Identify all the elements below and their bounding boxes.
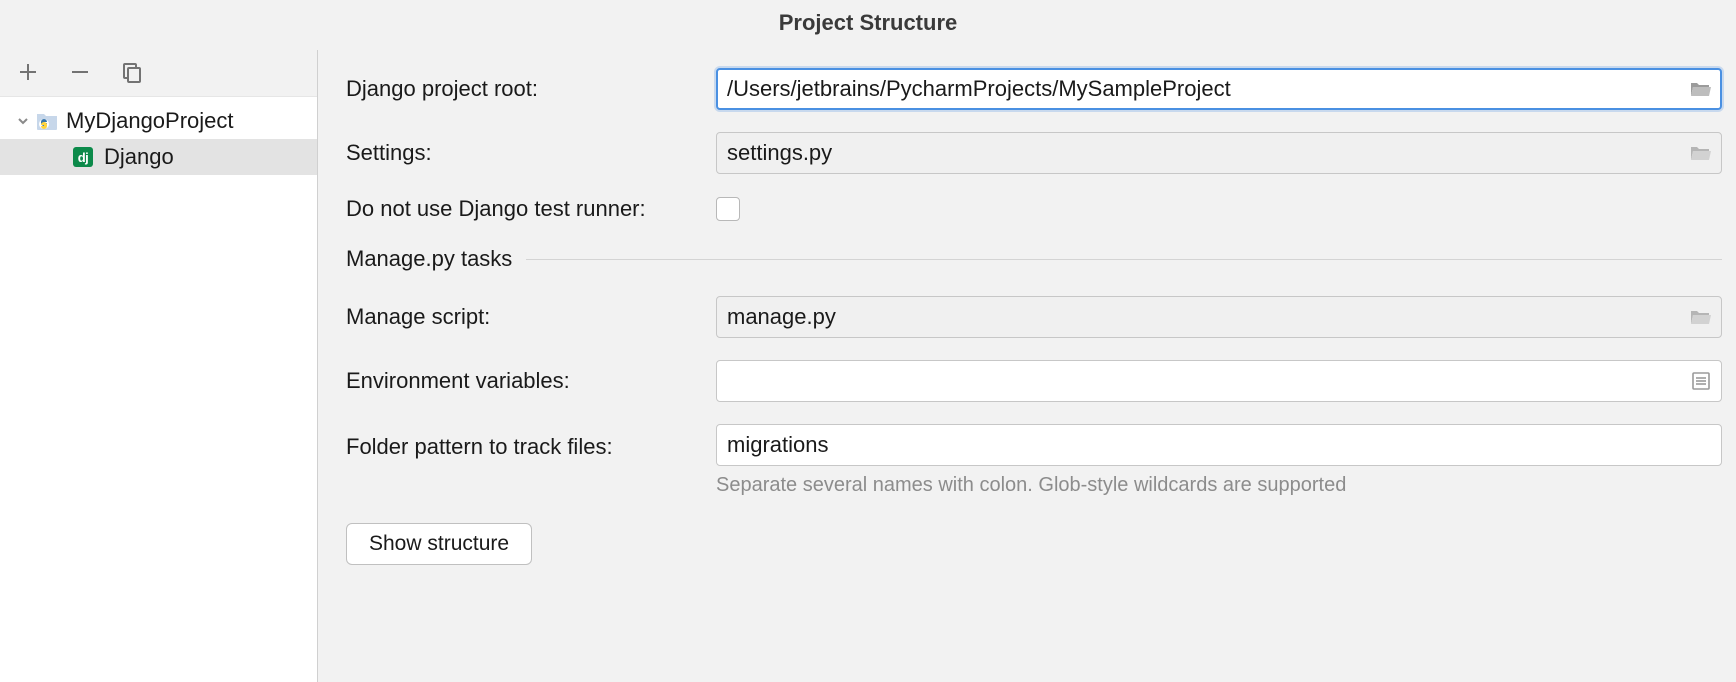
add-button[interactable] bbox=[14, 58, 42, 86]
env-vars-input[interactable] bbox=[716, 360, 1722, 402]
label-manage-script: Manage script: bbox=[346, 304, 716, 330]
manage-script-input[interactable] bbox=[716, 296, 1722, 338]
no-test-runner-checkbox[interactable] bbox=[716, 197, 740, 221]
page-title: Project Structure bbox=[0, 0, 1736, 50]
sidebar-toolbar bbox=[0, 50, 317, 96]
list-icon bbox=[1692, 372, 1710, 390]
browse-root-button[interactable] bbox=[1690, 78, 1712, 100]
browse-settings-button[interactable] bbox=[1690, 142, 1712, 164]
python-folder-icon bbox=[36, 110, 58, 132]
copy-icon bbox=[121, 61, 143, 83]
folder-pattern-hint: Separate several names with colon. Glob-… bbox=[716, 474, 1726, 497]
tree-child-label: Django bbox=[104, 144, 174, 170]
folder-open-icon bbox=[1690, 308, 1712, 326]
remove-button[interactable] bbox=[66, 58, 94, 86]
sidebar: MyDjangoProject dj Django bbox=[0, 50, 318, 682]
browse-manage-button[interactable] bbox=[1690, 306, 1712, 328]
copy-button[interactable] bbox=[118, 58, 146, 86]
managepy-section-header: Manage.py tasks bbox=[346, 246, 1722, 272]
folder-open-icon bbox=[1690, 144, 1712, 162]
minus-icon bbox=[70, 62, 90, 82]
show-structure-button[interactable]: Show structure bbox=[346, 523, 532, 565]
label-env-vars: Environment variables: bbox=[346, 368, 716, 394]
tree-root-label: MyDjangoProject bbox=[66, 108, 234, 134]
plus-icon bbox=[18, 62, 38, 82]
folder-open-icon bbox=[1690, 80, 1712, 98]
label-project-root: Django project root: bbox=[346, 76, 716, 102]
django-icon: dj bbox=[72, 146, 94, 168]
main-panel: Django project root: Settings: Do not us… bbox=[318, 50, 1736, 682]
tree-child-django[interactable]: dj Django bbox=[0, 139, 317, 175]
settings-input[interactable] bbox=[716, 132, 1722, 174]
label-settings: Settings: bbox=[346, 140, 716, 166]
label-no-test-runner: Do not use Django test runner: bbox=[346, 196, 716, 222]
env-vars-expand-button[interactable] bbox=[1690, 370, 1712, 392]
chevron-down-icon bbox=[14, 114, 32, 128]
label-folder-pattern: Folder pattern to track files: bbox=[346, 424, 716, 460]
managepy-section-title: Manage.py tasks bbox=[346, 246, 512, 272]
folder-pattern-input[interactable] bbox=[716, 424, 1722, 466]
tree-root-item[interactable]: MyDjangoProject bbox=[0, 103, 317, 139]
project-root-input[interactable] bbox=[716, 68, 1722, 110]
project-tree: MyDjangoProject dj Django bbox=[0, 96, 317, 682]
